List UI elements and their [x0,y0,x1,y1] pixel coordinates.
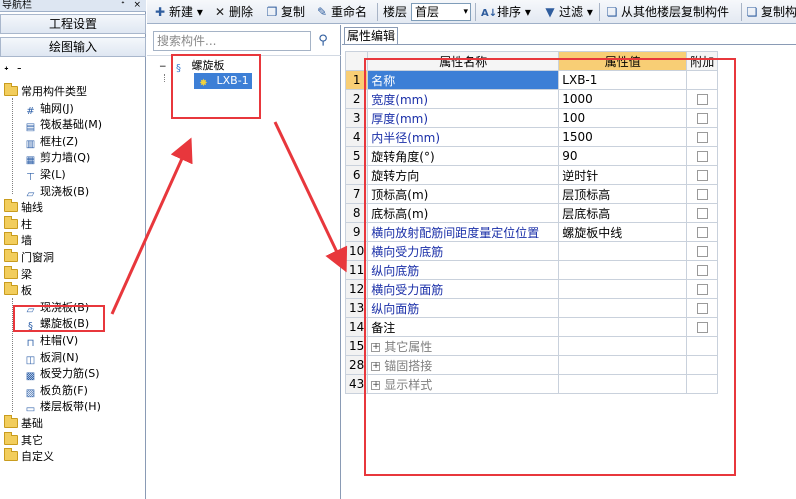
arrow-to-component-list [110,137,193,315]
arrow-to-property-grid [273,121,348,273]
annotation-arrows [110,121,348,315]
